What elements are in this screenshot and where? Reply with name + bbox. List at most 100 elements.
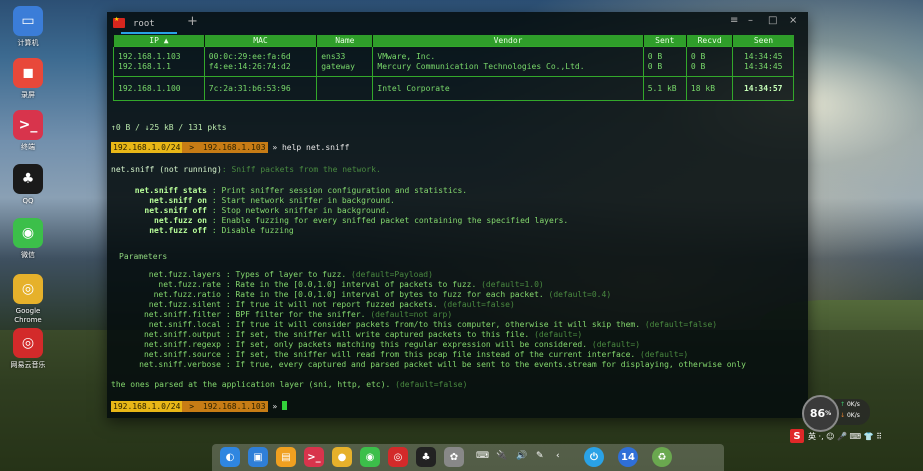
command-name: net.sniff off [144,206,207,215]
menu-icon[interactable]: ≡ [730,15,738,26]
close-button[interactable]: × [789,15,797,26]
parameter-entry: net.fuzz.rate : Rate in the [0.0,1.0] in… [111,280,544,290]
table-row: 192.168.1.100 7c:2a:31:b6:53:96 Intel Co… [113,76,794,101]
parameter-default: (default=not arp) [370,310,453,319]
launcher-icon[interactable]: ◐ [220,447,240,467]
tab-label: root [133,19,155,29]
tray-icon[interactable]: 🔊 [516,451,527,461]
chrome-dock-icon[interactable]: ● [332,447,352,467]
prompt-line: 192.168.1.0/24 > 192.168.1.103 » help ne… [111,142,349,153]
minimize-button[interactable]: – [748,15,753,26]
header-mac: MAC [203,35,317,47]
hosts-table: IP ▲ MAC Name Vendor Sent Recvd Seen 192… [113,35,794,101]
command-name: net.fuzz on [154,216,207,225]
desktop-item-qq[interactable]: ♣ QQ [4,164,52,206]
parameter-name: net.fuzz.rate [158,280,221,289]
command-desc: : Disable fuzzing [207,226,294,235]
parameter-desc: : BPF filter for the sniffer. [221,310,371,319]
desktop-icons: ▭ 计算机 ◼ 录屏 >_ 终端 ♣ QQ ◉ 微信 ◎ Google Chrome ◎ 网易云音乐 [0,0,56,471]
command-desc: : Enable fuzzing for every sniffed packe… [207,216,569,225]
parameter-desc: : If true, every captured and parsed pac… [221,360,746,369]
parameter-name: net.sniff.local [148,320,221,329]
parameter-default: (default=) [534,330,583,339]
cell-recvd: 18 kB [685,76,734,101]
active-tab-indicator [121,32,177,34]
parameter-default: (default=Payload) [351,270,433,279]
parameter-default: (default=) [591,340,641,349]
header-name: Name [316,35,373,47]
parameter-name: net.sniff.output [143,330,221,339]
app-store-icon[interactable]: ▣ [248,447,268,467]
desktop-item-label: Google Chrome [14,307,42,324]
parameter-name: net.sniff.source [143,350,221,359]
terminal-window: root + ≡ – □ × IP ▲ MAC Name Vendor Sent… [107,12,808,418]
prompt-arrow: » [267,402,282,411]
dock: ◐ ▣ ▤ >_ ● ◉ ◎ ♣ ✿ ⌨ 🔌 🔊 ✎ ‹ ⏻ 14 ♻ [212,444,724,471]
desktop-item-terminal[interactable]: >_ 终端 [4,110,52,152]
command-desc: : Print sniffer session configuration an… [207,186,468,195]
trash-icon[interactable]: ♻ [652,447,672,467]
verbose-cont-text: the ones parsed at the application layer… [111,380,396,389]
desktop-item-wechat[interactable]: ◉ 微信 [4,218,52,260]
netease-dock-icon[interactable]: ◎ [388,447,408,467]
parameter-default: (default=0.4) [548,290,612,299]
prompt-separator: > [182,401,201,412]
desktop-item-chrome[interactable]: ◎ Google Chrome [4,274,52,325]
parameter-entry: net.sniff.output : If set, the sniffer w… [111,330,582,340]
prompt-arrow: » [267,143,282,152]
flag-icon [113,16,125,28]
qq-dock-icon[interactable]: ♣ [416,447,436,467]
prompt-network: 192.168.1.0/24 [111,142,183,153]
tray-icon[interactable]: ✎ [536,451,544,461]
module-name: net.sniff [111,165,155,174]
system-monitor-widget[interactable]: ↑ 0K/s ↓ 0K/s 86% [802,395,870,432]
module-state: (not running) [159,165,222,174]
cell-recvd: 0 B0 B [685,46,734,77]
command-name: net.sniff stats [134,186,207,195]
desktop-item-screen-recorder[interactable]: ◼ 录屏 [4,58,52,100]
desktop-item-label: QQ [22,197,34,205]
terminal-icon: >_ [13,110,43,140]
maximize-button[interactable]: □ [768,15,777,26]
parameter-name: net.sniff.verbose [139,360,221,369]
command-desc: : Stop network sniffer in background. [207,206,391,215]
parameter-entry: net.sniff.local : If true it will consid… [111,320,717,330]
header-vendor: Vendor [372,35,644,47]
parameter-default: (default=) [640,350,689,359]
desktop-item-label: 终端 [21,143,35,151]
computer-icon: ▭ [13,6,43,36]
tray-icon[interactable]: 🔌 [496,451,507,461]
sogou-logo-icon[interactable]: S [790,429,804,443]
module-description: : Sniff packets from the network. [221,165,381,174]
add-tab-button[interactable]: + [187,14,198,29]
power-icon[interactable]: ⏻ [584,447,604,467]
parameter-entry: net.fuzz.ratio : Rate in the [0.0,1.0] i… [111,290,612,300]
desktop-item-computer[interactable]: ▭ 计算机 [4,6,52,48]
tray-icon[interactable]: ⌨ [476,451,489,461]
parameter-desc: : If set, the sniffer will read from thi… [221,350,641,359]
input-method-bar[interactable]: S 英 ·, ☺ 🎤 ⌨ 👕 ⠿ [790,429,920,443]
ime-status[interactable]: 英 ·, ☺ 🎤 ⌨ 👕 ⠿ [808,431,882,442]
header-ip: IP ▲ [113,35,205,47]
settings-dock-icon[interactable]: ✿ [444,447,464,467]
parameter-entry: net.fuzz.layers : Types of layer to fuzz… [111,270,433,280]
download-speed: ↓ 0K/s [840,412,860,419]
prompt-host: 192.168.1.103 [200,401,268,412]
file-manager-icon[interactable]: ▤ [276,447,296,467]
terminal-dock-icon[interactable]: >_ [304,447,324,467]
parameter-default: (default=1.0) [481,280,544,289]
cell-seen: 14:34:45 14:34:45 [732,46,794,77]
clock-icon[interactable]: 14 [618,447,638,467]
cpu-gauge: 86% [802,395,839,432]
title-bar[interactable]: root + ≡ – □ × [107,12,808,34]
wechat-dock-icon[interactable]: ◉ [360,447,380,467]
chrome-icon: ◎ [13,274,43,304]
desktop-item-netease-music[interactable]: ◎ 网易云音乐 [4,328,52,370]
cell-name [316,76,374,101]
parameter-entry: net.fuzz.silent : If true it will not re… [111,300,515,310]
tray-icon[interactable]: ‹ [556,451,560,461]
input-prompt[interactable]: 192.168.1.0/24 > 192.168.1.103 » [111,401,287,412]
command-entry: net.sniff stats : Print sniffer session … [111,186,467,196]
tab-root[interactable]: root [113,15,177,33]
parameter-entry: net.sniff.source : If set, the sniffer w… [111,350,688,360]
